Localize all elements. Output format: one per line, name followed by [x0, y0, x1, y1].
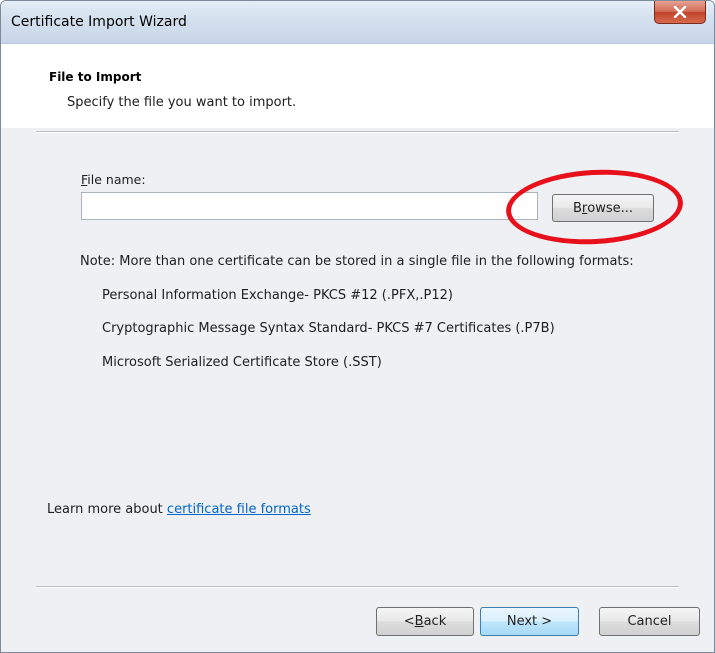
file-name-input[interactable]	[81, 192, 538, 220]
window-title: Certificate Import Wizard	[11, 14, 187, 30]
format-item: Microsoft Serialized Certificate Store (…	[102, 355, 382, 370]
close-button[interactable]	[654, 1, 706, 24]
wizard-header: File to Import Specify the file you want…	[1, 44, 714, 128]
browse-prefix: B	[572, 200, 582, 216]
back-accelerator: B	[414, 614, 424, 629]
file-name-label-text: ile name:	[87, 172, 146, 187]
note-text: Note: More than one certificate can be s…	[80, 254, 634, 269]
next-button[interactable]: Next >	[480, 607, 579, 636]
cancel-label: Cancel	[627, 614, 672, 629]
next-label: Next >	[506, 614, 553, 629]
back-prefix: <	[403, 614, 415, 629]
header-divider	[36, 131, 679, 133]
format-item: Personal Information Exchange- PKCS #12 …	[102, 288, 453, 303]
browse-label: owse...	[587, 200, 634, 216]
file-name-label: File name:	[81, 172, 146, 187]
close-icon	[673, 6, 687, 18]
page-title: File to Import	[49, 70, 142, 84]
cancel-button[interactable]: Cancel	[599, 607, 700, 636]
browse-button[interactable]: Br owse...	[552, 194, 654, 222]
back-label: ack	[423, 614, 447, 629]
learn-more-prefix: Learn more about	[47, 502, 167, 517]
page-subtitle: Specify the file you want to import.	[67, 95, 297, 110]
certificate-import-wizard-window: Certificate Import Wizard File to Import…	[0, 0, 715, 653]
learn-more-text: Learn more about certificate file format…	[47, 502, 311, 517]
format-item: Cryptographic Message Syntax Standard- P…	[102, 321, 555, 336]
footer-divider	[36, 586, 679, 588]
certificate-formats-link[interactable]: certificate file formats	[167, 502, 311, 517]
back-button[interactable]: < Back	[376, 607, 474, 636]
title-bar[interactable]: Certificate Import Wizard	[1, 1, 714, 44]
